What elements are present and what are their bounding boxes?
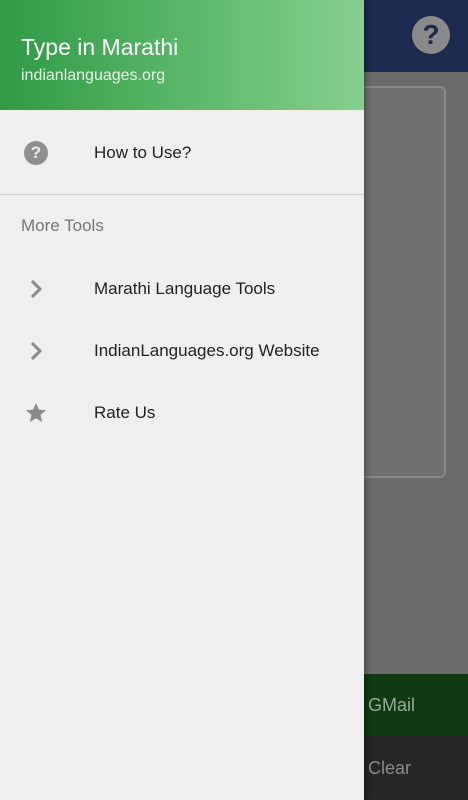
menu-item-label: Rate Us [94, 403, 156, 422]
star-icon [24, 401, 48, 425]
section-header-more-tools: More Tools [21, 216, 104, 235]
menu-item-label: Marathi Language Tools [94, 279, 276, 298]
menu-item-how-to-use[interactable]: ? How to Use? [0, 122, 364, 184]
menu-item-indianlanguages-website[interactable]: IndianLanguages.org Website [0, 320, 364, 382]
menu-item-label: IndianLanguages.org Website [94, 341, 320, 360]
menu-item-marathi-language-tools[interactable]: Marathi Language Tools [0, 258, 364, 320]
chevron-right-icon [24, 277, 48, 301]
chevron-right-icon [24, 339, 48, 363]
menu-item-rate-us[interactable]: Rate Us [0, 382, 364, 444]
clear-button-label: Clear [368, 757, 412, 778]
gmail-button-label: GMail [368, 694, 416, 715]
help-icon[interactable]: ? [412, 16, 450, 54]
drawer-divider [0, 194, 364, 195]
drawer-title: Type in Marathi [21, 34, 179, 60]
drawer-subtitle: indianlanguages.org [21, 67, 166, 84]
menu-item-label: How to Use? [94, 143, 192, 162]
drawer-header: Type in Marathi indianlanguages.org [0, 0, 364, 110]
text-editor-area[interactable] [356, 86, 446, 478]
navigation-drawer: Type in Marathi indianlanguages.org ? Ho… [0, 0, 364, 800]
help-icon: ? [24, 141, 48, 165]
